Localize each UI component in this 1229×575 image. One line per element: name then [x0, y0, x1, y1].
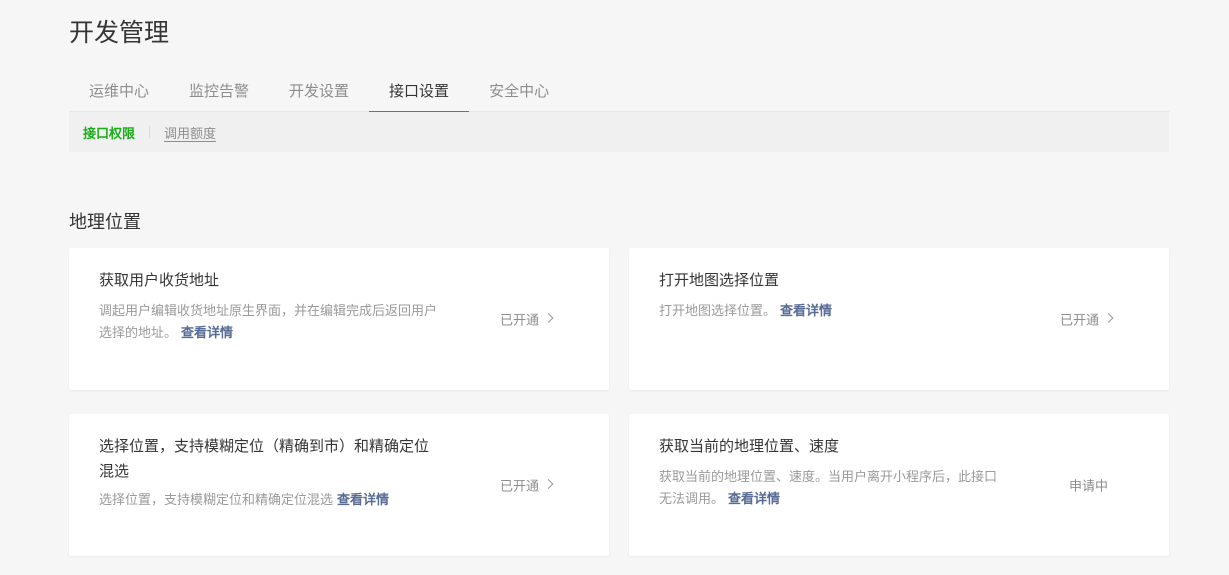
card-description-text: 打开地图选择位置。	[659, 304, 777, 319]
chevron-right-icon	[543, 478, 554, 489]
status-label: 已开通	[1060, 313, 1100, 329]
card-title: 选择位置，支持模糊定位（精确到市）和精确定位混选	[99, 437, 430, 480]
api-card-get-shipping-address: 获取用户收货地址 调起用户编辑收货地址原生界面，并在编辑完成后返回用户选择的地址…	[69, 248, 609, 390]
card-title: 获取用户收货地址	[99, 271, 220, 289]
view-details-link[interactable]: 查看详情	[337, 493, 389, 508]
section-title: 地理位置	[69, 212, 141, 233]
card-body: 打开地图选择位置 打开地图选择位置。 查看详情	[659, 268, 999, 323]
api-card-choose-location-fuzzy: 选择位置，支持模糊定位（精确到市）和精确定位混选 选择位置，支持模糊定位和精确定…	[69, 414, 609, 556]
view-details-link[interactable]: 查看详情	[181, 326, 233, 341]
chevron-right-icon	[543, 312, 554, 323]
card-description-text: 选择位置，支持模糊定位和精确定位混选	[99, 493, 334, 508]
subtab-api-permissions[interactable]: 接口权限	[83, 123, 135, 142]
card-body: 选择位置，支持模糊定位（精确到市）和精确定位混选 选择位置，支持模糊定位和精确定…	[99, 434, 439, 512]
page: 开发管理 运维中心 监控告警 开发设置 接口设置 安全中心 接口权限 调用额度 …	[0, 0, 1229, 575]
card-description-text: 获取当前的地理位置、速度。当用户离开小程序后，此接口无法调用。	[659, 470, 998, 507]
status-label: 申请中	[1069, 479, 1109, 495]
page-title: 开发管理	[69, 18, 170, 47]
chevron-right-icon	[1103, 312, 1114, 323]
tab-api-settings[interactable]: 接口设置	[369, 72, 470, 113]
card-description: 获取当前的地理位置、速度。当用户离开小程序后，此接口无法调用。 查看详情	[659, 467, 999, 511]
card-body: 获取用户收货地址 调起用户编辑收货地址原生界面，并在编辑完成后返回用户选择的地址…	[99, 268, 439, 345]
card-description: 打开地图选择位置。 查看详情	[659, 301, 999, 323]
api-card-get-location-speed: 获取当前的地理位置、速度 获取当前的地理位置、速度。当用户离开小程序后，此接口无…	[629, 414, 1169, 556]
tab-ops-center[interactable]: 运维中心	[69, 72, 169, 112]
status-pending-label: 申请中	[1069, 476, 1108, 495]
status-enabled-button[interactable]: 已开通	[1060, 310, 1114, 329]
tab-security-center[interactable]: 安全中心	[469, 72, 569, 112]
subtab-call-quota[interactable]: 调用额度	[164, 123, 216, 142]
tab-dev-settings[interactable]: 开发设置	[269, 72, 369, 112]
card-description-text: 调起用户编辑收货地址原生界面，并在编辑完成后返回用户选择的地址。	[99, 304, 438, 341]
card-description: 选择位置，支持模糊定位和精确定位混选 查看详情	[99, 490, 439, 512]
status-label: 已开通	[500, 479, 540, 495]
card-body: 获取当前的地理位置、速度 获取当前的地理位置、速度。当用户离开小程序后，此接口无…	[659, 434, 999, 511]
card-title: 获取当前的地理位置、速度	[659, 437, 840, 455]
status-enabled-button[interactable]: 已开通	[500, 310, 554, 329]
view-details-link[interactable]: 查看详情	[728, 492, 780, 507]
sub-tabs: 接口权限 调用额度	[69, 112, 1169, 152]
api-card-open-map-location: 打开地图选择位置 打开地图选择位置。 查看详情 已开通	[629, 248, 1169, 390]
status-enabled-button[interactable]: 已开通	[500, 476, 554, 495]
status-label: 已开通	[500, 313, 540, 329]
tab-monitoring-alerts[interactable]: 监控告警	[169, 72, 269, 112]
view-details-link[interactable]: 查看详情	[780, 304, 832, 319]
subtab-divider	[149, 126, 151, 138]
card-description: 调起用户编辑收货地址原生界面，并在编辑完成后返回用户选择的地址。 查看详情	[99, 301, 439, 345]
card-title: 打开地图选择位置	[659, 271, 780, 289]
main-tabs: 运维中心 监控告警 开发设置 接口设置 安全中心	[69, 72, 1169, 113]
